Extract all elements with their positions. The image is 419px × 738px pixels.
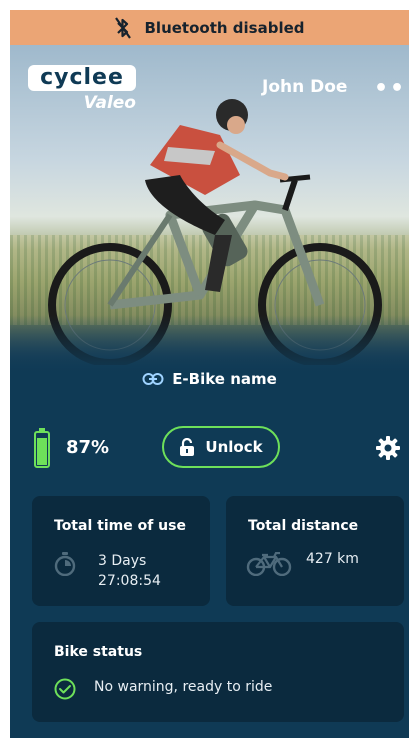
battery-icon — [34, 428, 50, 468]
battery-percent: 87% — [66, 437, 110, 458]
logo-sub: Valeo — [83, 93, 136, 113]
bluetooth-banner[interactable]: Bluetooth disabled — [10, 10, 409, 45]
total-distance-card: Total distance 427 km — [226, 496, 404, 606]
bluetooth-disabled-icon — [114, 16, 131, 39]
unlock-icon — [180, 438, 195, 456]
unlock-label: Unlock — [205, 438, 263, 456]
unlock-button[interactable]: Unlock — [162, 426, 280, 468]
logo-brand: cyclee — [28, 65, 136, 91]
bike-name-label: E-Bike name — [172, 370, 277, 388]
stopwatch-icon — [54, 552, 76, 576]
total-time-value: 3 Days 27:08:54 — [98, 551, 161, 591]
link-icon — [142, 373, 164, 385]
hero-fade — [10, 315, 409, 375]
gear-icon[interactable] — [376, 436, 400, 460]
total-distance-title: Total distance — [248, 518, 359, 534]
bike-status-message: No warning, ready to ride — [94, 679, 273, 695]
hero-image: cyclee Valeo John Doe ••• — [10, 45, 409, 375]
user-name[interactable]: John Doe — [262, 77, 347, 97]
total-time-clock: 27:08:54 — [98, 573, 161, 589]
bluetooth-banner-text: Bluetooth disabled — [144, 18, 305, 37]
more-menu-icon[interactable]: ••• — [374, 76, 409, 101]
total-time-card: Total time of use 3 Days 27:08:54 — [32, 496, 210, 606]
total-time-title: Total time of use — [54, 518, 186, 534]
total-distance-value: 427 km — [306, 551, 359, 567]
bicycle-icon — [246, 552, 292, 576]
bike-status-title: Bike status — [54, 644, 143, 660]
check-circle-icon — [54, 678, 76, 700]
app-logo: cyclee Valeo — [28, 65, 140, 113]
bike-name[interactable]: E-Bike name — [10, 370, 409, 388]
app-screen: Bluetooth disabled cyclee Valeo John Doe… — [10, 10, 409, 738]
total-time-days: 3 Days — [98, 553, 147, 569]
bike-status-card: Bike status No warning, ready to ride — [32, 622, 404, 722]
